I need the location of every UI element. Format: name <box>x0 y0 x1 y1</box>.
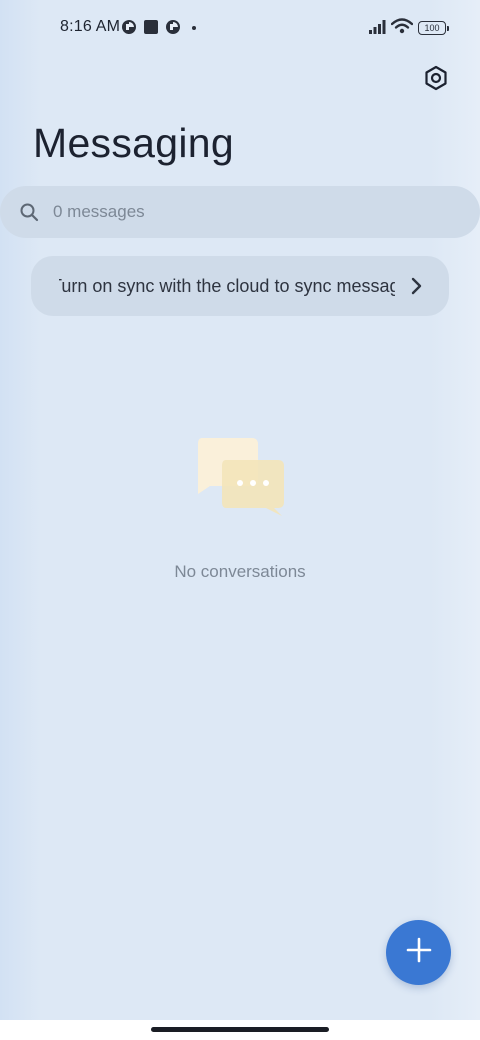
new-conversation-button[interactable] <box>386 920 451 985</box>
settings-hexagon-icon <box>423 65 449 96</box>
settings-button[interactable] <box>420 64 452 96</box>
dot-icon <box>192 26 196 30</box>
search-icon <box>19 202 39 222</box>
chat-bubbles-icon <box>196 436 286 518</box>
chevron-right-icon <box>405 275 427 297</box>
page-title: Messaging <box>33 120 234 166</box>
wifi-icon <box>390 18 414 39</box>
app-notification-icon <box>165 19 181 35</box>
battery-icon: 100 <box>418 21 449 35</box>
status-bar: 8:16 AM 100 <box>0 0 480 56</box>
status-time: 8:16 AM <box>60 18 121 35</box>
sync-banner-text: Turn on sync with the cloud to sync mess… <box>59 275 395 296</box>
home-indicator[interactable] <box>151 1027 329 1032</box>
sync-banner[interactable]: Turn on sync with the cloud to sync mess… <box>31 256 449 316</box>
navigation-bar <box>0 1020 480 1040</box>
search-bar[interactable] <box>0 186 480 238</box>
plus-icon <box>406 937 432 968</box>
app-notification-icon <box>121 19 137 35</box>
stop-square-icon <box>143 19 159 35</box>
empty-state-text: No conversations <box>174 562 306 581</box>
signal-icon <box>369 20 387 39</box>
search-input[interactable] <box>51 201 435 223</box>
